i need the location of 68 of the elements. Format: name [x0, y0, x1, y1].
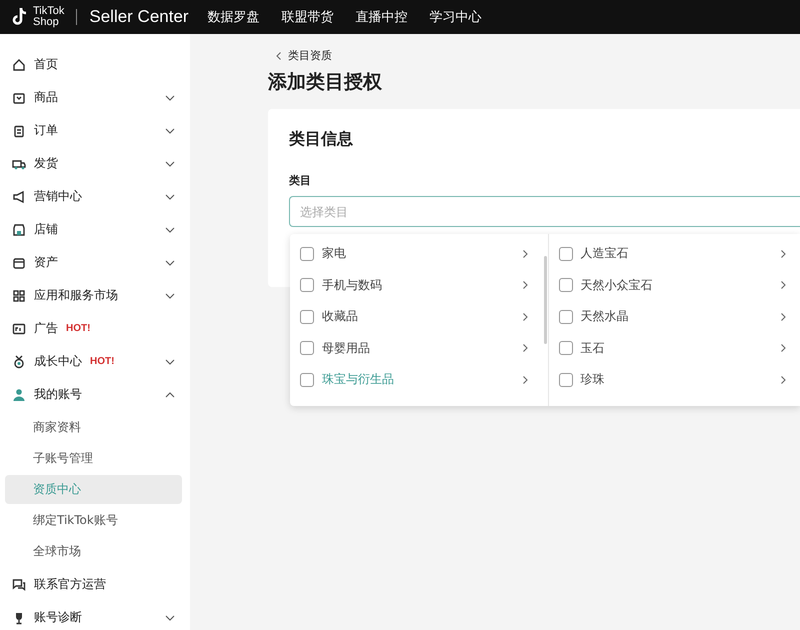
breadcrumb-link[interactable]: 类目资质: [274, 48, 332, 63]
clipboard-icon: [12, 124, 26, 138]
sidebar-item[interactable]: 我的账号: [0, 378, 190, 411]
sidebar-item[interactable]: 联系官方运营: [0, 568, 190, 601]
checkbox[interactable]: [300, 278, 314, 292]
category-option[interactable]: 珍珠: [548, 364, 800, 396]
sidebar-item[interactable]: 应用和服务市场: [0, 279, 190, 312]
hot-label: HOT!: [90, 356, 114, 367]
sidebar-item[interactable]: 订单: [0, 114, 190, 147]
chevron-right-icon: [778, 248, 788, 259]
category-option[interactable]: 母婴用品: [290, 332, 542, 364]
product-title: Seller Center: [89, 7, 189, 27]
category-option[interactable]: 天然水晶: [548, 301, 800, 332]
sidebar-item[interactable]: 首页: [0, 48, 190, 81]
logo-text: TikTok: [33, 6, 64, 17]
wallet-icon: [12, 256, 26, 270]
category-option[interactable]: 手机与数码: [290, 270, 542, 301]
sidebar-item[interactable]: 账号诊断: [0, 601, 190, 630]
checkbox[interactable]: [558, 278, 572, 292]
logo-text: Shop: [33, 17, 60, 28]
sidebar-subitem[interactable]: 绑定TikTok账号: [5, 506, 182, 535]
sidebar-item[interactable]: 成长中心 HOT!: [0, 345, 190, 378]
house-icon: [12, 58, 26, 72]
sidebar-subitem[interactable]: 子账号管理: [5, 444, 182, 473]
nav-link[interactable]: 联盟带货: [282, 8, 334, 26]
chevron-right-icon: [778, 343, 788, 354]
field-label: 类目: [289, 173, 312, 188]
store-icon: [12, 222, 26, 236]
checkbox[interactable]: [558, 372, 572, 387]
chevron-right-icon: [778, 280, 788, 290]
sidebar-item[interactable]: 店铺: [0, 213, 190, 246]
megaphone-icon: [12, 190, 26, 204]
screen-icon: [12, 322, 26, 336]
nav-link[interactable]: 学习中心: [430, 8, 482, 26]
checkbox[interactable]: [558, 310, 572, 324]
category-option[interactable]: 家电: [290, 238, 542, 270]
grid-icon: [12, 288, 26, 302]
medal-icon: [12, 354, 26, 368]
sidebar-item[interactable]: 资产: [0, 246, 190, 279]
category-select-field[interactable]: 选择类目: [289, 196, 800, 227]
sidebar-subitem[interactable]: 全球市场: [5, 537, 182, 566]
checkbox[interactable]: [300, 246, 314, 261]
sidebar-subitem[interactable]: 商家资料: [5, 413, 182, 442]
sidebar-item[interactable]: 发货: [0, 147, 190, 180]
nav-link[interactable]: 数据罗盘: [208, 8, 260, 26]
category-option[interactable]: 玉石: [548, 332, 800, 364]
category-option[interactable]: 收藏品: [290, 301, 542, 332]
hot-label: HOT!: [66, 323, 90, 334]
box-icon: [12, 90, 26, 104]
person-icon: [12, 388, 26, 402]
checkbox[interactable]: [300, 341, 314, 356]
category-option[interactable]: 人造宝石: [548, 238, 800, 270]
sidebar-item[interactable]: 商品: [0, 81, 190, 114]
sidebar-item[interactable]: 营销中心: [0, 180, 190, 213]
section-title: 类目信息: [289, 129, 354, 150]
chat-icon: [12, 578, 26, 592]
breadcrumb-text: 类目资质: [288, 48, 332, 63]
checkbox[interactable]: [300, 310, 314, 324]
checkbox[interactable]: [558, 246, 572, 261]
nav-link[interactable]: 直播中控: [356, 8, 408, 26]
category-option[interactable]: 天然小众宝石: [548, 270, 800, 301]
back-chevron-icon: [274, 50, 284, 60]
checkbox[interactable]: [558, 341, 572, 356]
sidebar-item[interactable]: 广告 HOT!: [0, 312, 190, 345]
page-title: 添加类目授权: [268, 70, 383, 95]
chevron-right-icon: [778, 312, 788, 322]
chevron-right-icon: [778, 374, 788, 385]
checkbox[interactable]: [300, 372, 314, 387]
